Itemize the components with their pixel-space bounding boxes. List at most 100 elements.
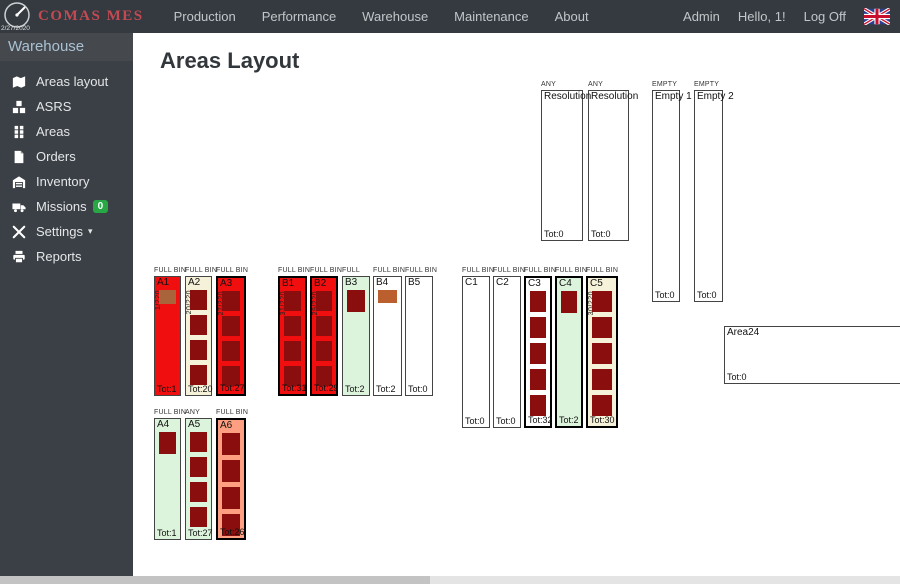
sidebar-item-missions[interactable]: Missions 0: [0, 194, 133, 219]
asrs-icon: [11, 99, 26, 114]
brand-logo[interactable]: 2/27/2020: [0, 0, 34, 33]
sidebar-item-reports[interactable]: Reports: [0, 244, 133, 269]
bin: [190, 290, 207, 310]
area-top-label: FULL BIN: [310, 267, 342, 275]
bin: [561, 291, 577, 313]
area-total: Tot:20: [188, 384, 213, 394]
nav-item-about[interactable]: About: [555, 9, 589, 24]
nav-item-warehouse[interactable]: Warehouse: [362, 9, 428, 24]
area-total: Tot:26: [220, 527, 245, 537]
area-top-label: EMPTY: [652, 81, 677, 89]
bin: [592, 291, 612, 312]
area-Empty-2[interactable]: Empty 2Tot:0: [694, 90, 723, 302]
area-title: A3: [220, 278, 232, 289]
area-C4[interactable]: C4 Tot:2: [555, 276, 583, 428]
area-B4[interactable]: B4Tot:2: [373, 276, 402, 396]
sidebar-item-label: Orders: [36, 149, 76, 164]
area-top-label: EMPTY: [694, 81, 719, 89]
area-title: B1: [282, 278, 294, 289]
area-total: Tot:2: [559, 415, 579, 425]
area-title: C5: [590, 278, 603, 289]
area-Empty-1[interactable]: Empty 1Tot:0: [652, 90, 680, 302]
bin: [530, 395, 546, 416]
area-title: A5: [188, 419, 200, 430]
area-top-label: FULL: [342, 267, 360, 275]
sidebar-item-settings[interactable]: Settings ▾: [0, 219, 133, 244]
bin: [222, 460, 240, 482]
area-title: Resolution: [591, 91, 638, 102]
bin: [592, 343, 612, 364]
bin: [284, 341, 301, 361]
area-Resolution-1[interactable]: ResolutionTot:0: [541, 90, 583, 241]
nav-item-production[interactable]: Production: [174, 9, 236, 24]
area-A6[interactable]: A6Tot:26: [216, 418, 246, 540]
navbar-right: Admin Hello, 1! Log Off: [683, 8, 890, 25]
nav-item-maintenance[interactable]: Maintenance: [454, 9, 528, 24]
bin: [190, 457, 207, 477]
area-title: C3: [528, 278, 541, 289]
map-icon: [11, 74, 26, 89]
bin-stack: [280, 291, 305, 386]
tools-icon: [11, 224, 26, 239]
area-B3[interactable]: B3Tot:2: [342, 276, 370, 396]
chevron-down-icon: ▾: [88, 226, 93, 237]
area-Resolution-2[interactable]: ResolutionTot:0: [588, 90, 629, 241]
area-title: B2: [314, 278, 326, 289]
area-top-label: FULL BIN: [555, 267, 587, 275]
hello-user-link[interactable]: Hello, 1!: [738, 9, 786, 24]
area-top-label: ANY: [185, 409, 200, 417]
sidebar-item-orders[interactable]: Orders: [0, 144, 133, 169]
sidebar-item-label: Inventory: [36, 174, 89, 189]
area-total: Tot:0: [496, 416, 516, 426]
area-B1[interactable]: B131/220Tot:31: [278, 276, 307, 396]
bin: [159, 290, 176, 304]
area-A5[interactable]: A5Tot:27: [185, 418, 212, 540]
area-A4[interactable]: A4Tot:1: [154, 418, 181, 540]
logoff-link[interactable]: Log Off: [804, 9, 846, 24]
bin-stack: [312, 291, 336, 386]
area-B5[interactable]: B5Tot:0: [405, 276, 433, 396]
area-top-label: FULL BIN: [216, 267, 248, 275]
area-C5[interactable]: C530/220Tot:30: [586, 276, 618, 428]
nav-item-performance[interactable]: Performance: [262, 9, 336, 24]
area-top-label: FULL BIN: [278, 267, 310, 275]
sidebar-item-areas-layout[interactable]: Areas layout: [0, 69, 133, 94]
bin: [530, 317, 546, 338]
admin-link[interactable]: Admin: [683, 9, 720, 24]
inventory-icon: [11, 174, 26, 189]
area-A1[interactable]: A11/220Tot:1: [154, 276, 181, 396]
area-C2[interactable]: C2 Tot:0: [493, 276, 521, 428]
bin: [222, 487, 240, 509]
area-C3[interactable]: C3Tot:32: [524, 276, 552, 428]
area-title: C2: [496, 277, 509, 288]
sidebar-menu: Areas layout ASRS Areas Orders: [0, 69, 133, 269]
area-B2[interactable]: B229/220Tot:29: [310, 276, 338, 396]
bin: [316, 291, 332, 311]
bin: [530, 343, 546, 364]
missions-count-badge: 0: [93, 200, 109, 213]
area-A2[interactable]: A220/220Tot:20: [185, 276, 212, 396]
bin: [190, 315, 207, 335]
bin: [190, 365, 207, 385]
area-C1[interactable]: C1Tot:0: [462, 276, 490, 428]
sidebar-item-asrs[interactable]: ASRS: [0, 94, 133, 119]
bin: [316, 316, 332, 336]
sidebar-item-areas[interactable]: Areas: [0, 119, 133, 144]
sidebar-item-inventory[interactable]: Inventory: [0, 169, 133, 194]
grid-icon: [11, 124, 26, 139]
area-A3[interactable]: A327/220Tot:27: [216, 276, 246, 396]
bin-stack: [588, 291, 616, 416]
document-icon: [11, 149, 26, 164]
area-total: Tot:1: [157, 528, 177, 538]
bin-stack: [218, 433, 244, 536]
horizontal-scrollbar[interactable]: [0, 576, 900, 584]
horizontal-scrollbar-thumb[interactable]: [0, 576, 430, 584]
bin: [190, 482, 207, 502]
bin-stack: [526, 291, 550, 416]
brand-title[interactable]: COMAS MES: [38, 8, 144, 25]
bin-stack: [155, 432, 180, 454]
area-title: C4: [559, 278, 572, 289]
uk-flag-icon[interactable]: [864, 8, 890, 25]
area-total: Tot:0: [727, 372, 747, 382]
area-Area24[interactable]: Area24Tot:0: [724, 326, 900, 384]
